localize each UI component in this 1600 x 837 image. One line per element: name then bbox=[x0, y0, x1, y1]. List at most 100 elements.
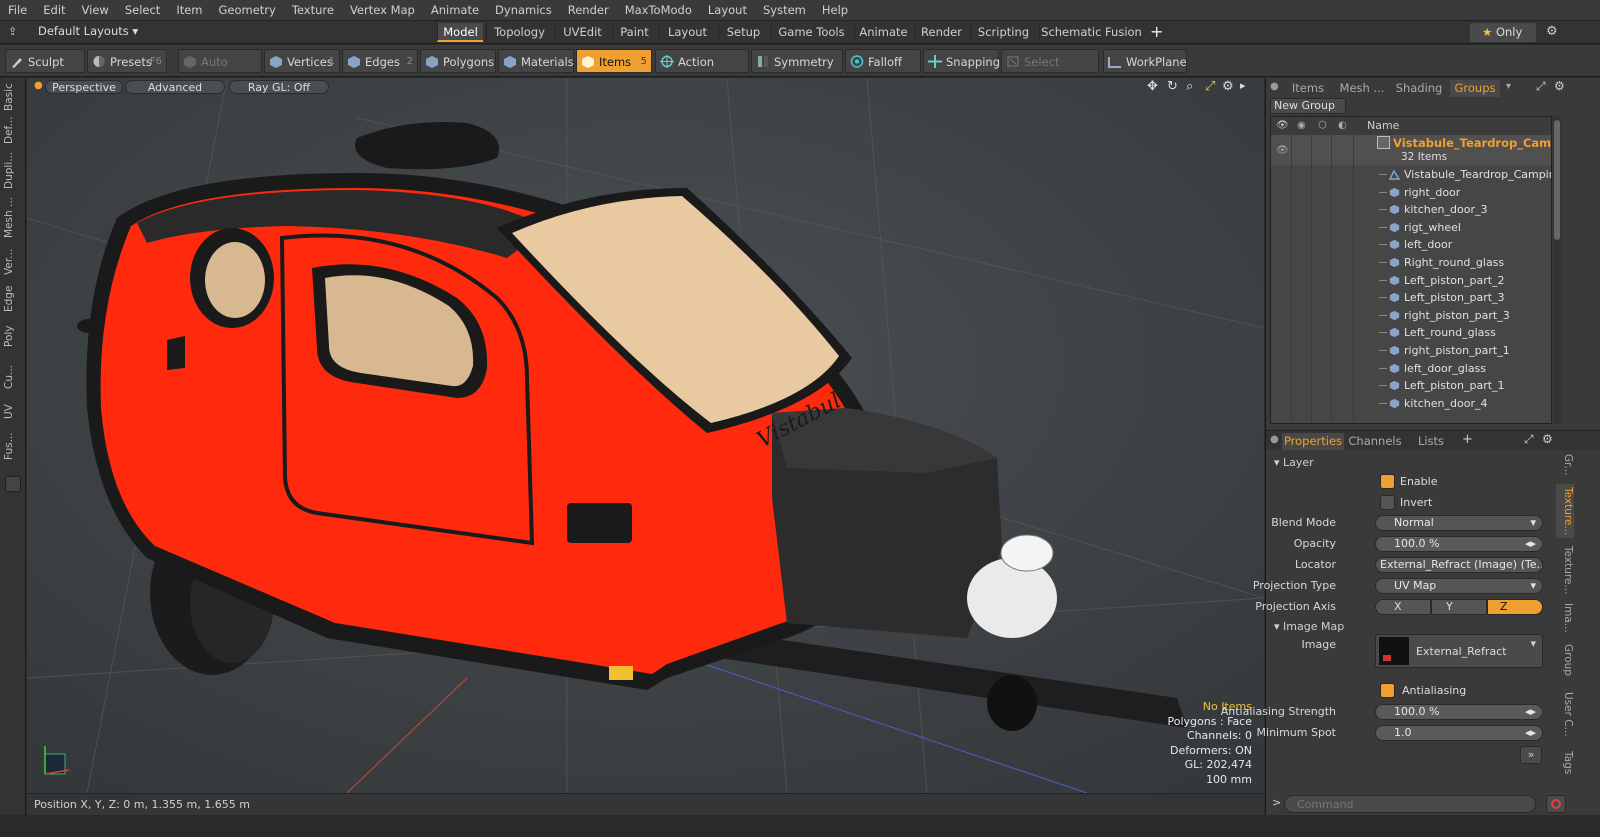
vertices-button[interactable]: Vertices 1 bbox=[264, 49, 340, 73]
visibility-eye-icon[interactable]: 👁 bbox=[1276, 117, 1289, 135]
rotate-icon[interactable]: ↻ bbox=[1167, 79, 1178, 94]
list-scrollbar-thumb[interactable] bbox=[1554, 120, 1560, 240]
add-tab-plus-icon[interactable]: + bbox=[1462, 432, 1473, 447]
list-item[interactable]: kitchen_door_4 bbox=[1271, 395, 1551, 413]
side-tab-polygon[interactable]: Poly bbox=[3, 318, 23, 354]
menu-dynamics[interactable]: Dynamics bbox=[487, 0, 560, 21]
3d-viewport[interactable]: Vistabule ● Perspective Advanced Ray GL:… bbox=[27, 78, 1264, 793]
tabs-more-icon[interactable]: ▾ bbox=[1506, 81, 1511, 92]
record-button[interactable] bbox=[1546, 795, 1566, 813]
edges-button[interactable]: Edges 2 bbox=[342, 49, 418, 73]
tab-shading[interactable]: Shading bbox=[1390, 80, 1448, 97]
tab-mesh[interactable]: Mesh ... bbox=[1336, 80, 1388, 97]
side-tab-texture-locator[interactable]: Texture... bbox=[1556, 542, 1574, 598]
stepper-icon[interactable]: ◂▸ bbox=[1525, 726, 1536, 740]
side-tab-image[interactable]: Ima... bbox=[1556, 602, 1574, 634]
menu-edit[interactable]: Edit bbox=[35, 0, 73, 21]
lock-icon[interactable]: ⬡ bbox=[1318, 117, 1327, 135]
invert-checkbox[interactable] bbox=[1380, 495, 1395, 510]
menu-animate[interactable]: Animate bbox=[423, 0, 487, 21]
menu-vertex-map[interactable]: Vertex Map bbox=[342, 0, 423, 21]
side-tab-vertex[interactable]: Ver... bbox=[3, 244, 23, 280]
viewport-gear-icon[interactable]: ⚙ bbox=[1222, 79, 1234, 94]
menu-system[interactable]: System bbox=[755, 0, 814, 21]
materials-button[interactable]: Materials bbox=[498, 49, 574, 73]
list-item[interactable]: Left_round_glass bbox=[1271, 324, 1551, 342]
snapping-button[interactable]: Snapping bbox=[923, 49, 1000, 73]
props-gear-icon[interactable]: ⚙ bbox=[1542, 432, 1553, 446]
layout-arrow-icon[interactable]: ⇪ bbox=[8, 25, 17, 38]
side-tab-group-1[interactable]: Gr... bbox=[1556, 450, 1574, 480]
side-tab-mesh[interactable]: Mesh ... bbox=[3, 196, 23, 240]
gear-icon[interactable]: ⚙ bbox=[1546, 24, 1558, 39]
stepper-icon[interactable]: ◂▸ bbox=[1525, 537, 1536, 551]
side-tab-deform[interactable]: Def... bbox=[3, 116, 23, 144]
viewport-expand-icon[interactable]: ▸ bbox=[1240, 79, 1246, 92]
group-row[interactable]: 👁 Vistabule_Teardrop_Cam ... 32 Items bbox=[1271, 135, 1551, 165]
menu-view[interactable]: View bbox=[74, 0, 117, 21]
tab-setup[interactable]: Setup bbox=[718, 23, 768, 42]
tab-schematic-fusion[interactable]: Schematic Fusion bbox=[1039, 23, 1143, 42]
enable-checkbox[interactable] bbox=[1380, 474, 1395, 489]
sculpt-button[interactable]: Sculpt bbox=[5, 49, 85, 73]
side-tab-uv[interactable]: UV bbox=[3, 400, 23, 424]
list-item[interactable]: rigt_wheel bbox=[1271, 219, 1551, 237]
side-tab-texture-layer[interactable]: Texture... bbox=[1556, 484, 1574, 538]
viewport-menu-dot-icon[interactable]: ● bbox=[34, 80, 43, 91]
tab-model[interactable]: Model bbox=[437, 23, 483, 42]
tab-paint[interactable]: Paint bbox=[612, 23, 656, 42]
side-tab-group-2[interactable]: Group bbox=[1556, 638, 1574, 682]
tab-lists[interactable]: Lists bbox=[1406, 433, 1456, 450]
workplane-button[interactable]: WorkPlane bbox=[1103, 49, 1187, 73]
command-input[interactable] bbox=[1284, 795, 1536, 813]
layer-section[interactable]: ▾ Layer bbox=[1274, 456, 1314, 469]
items-button[interactable]: Items 5 bbox=[576, 49, 652, 73]
select-through-button[interactable]: Select Through bbox=[1001, 49, 1099, 93]
render-icon[interactable]: ◉ bbox=[1297, 117, 1306, 135]
menu-file[interactable]: File bbox=[0, 0, 35, 21]
locator-dropdown[interactable]: External_Refract (Image) (Te... bbox=[1375, 557, 1543, 573]
tab-groups[interactable]: Groups bbox=[1450, 80, 1500, 97]
tab-topology[interactable]: Topology bbox=[486, 23, 552, 42]
list-item[interactable]: Right_round_glass bbox=[1271, 254, 1551, 272]
menu-render[interactable]: Render bbox=[560, 0, 617, 21]
menu-geometry[interactable]: Geometry bbox=[211, 0, 284, 21]
menu-item[interactable]: Item bbox=[168, 0, 210, 21]
action-center-button[interactable]: Action Center bbox=[655, 49, 749, 93]
menu-select[interactable]: Select bbox=[117, 0, 168, 21]
list-item[interactable]: right_piston_part_1 bbox=[1271, 342, 1551, 360]
tab-layout[interactable]: Layout bbox=[659, 23, 715, 42]
list-item[interactable]: left_door bbox=[1271, 236, 1551, 254]
tab-channels[interactable]: Channels bbox=[1348, 433, 1402, 450]
side-tab-tags[interactable]: Tags bbox=[1556, 746, 1574, 780]
list-item[interactable]: right_door bbox=[1271, 184, 1551, 202]
more-options-button[interactable]: » bbox=[1520, 746, 1542, 764]
panel-expand-icon[interactable]: ⤢ bbox=[1536, 79, 1546, 94]
polygons-button[interactable]: Polygons bbox=[420, 49, 496, 73]
axis-y-button[interactable]: Y bbox=[1431, 599, 1487, 615]
stepper-icon[interactable]: ◂▸ bbox=[1525, 705, 1536, 719]
props-expand-icon[interactable]: ⤢ bbox=[1524, 432, 1534, 447]
only-toggle[interactable]: ★ Only bbox=[1470, 23, 1536, 42]
tab-scripting[interactable]: Scripting bbox=[970, 23, 1036, 42]
tab-properties[interactable]: Properties bbox=[1282, 433, 1344, 450]
menu-layout[interactable]: Layout bbox=[700, 0, 755, 21]
tab-items[interactable]: Items bbox=[1282, 80, 1334, 97]
name-column-header[interactable]: Name bbox=[1367, 117, 1399, 135]
min-spot-field[interactable]: 1.0 ◂▸ bbox=[1375, 725, 1543, 741]
side-tab-basic[interactable]: Basic bbox=[3, 82, 23, 112]
tab-animate[interactable]: Animate bbox=[854, 23, 912, 42]
panel-gear-icon[interactable]: ⚙ bbox=[1554, 79, 1565, 93]
side-tab-curve[interactable]: Cu... bbox=[3, 358, 23, 396]
view-mode-dropdown[interactable]: Perspective bbox=[45, 80, 123, 94]
tab-uvedit[interactable]: UVEdit bbox=[555, 23, 609, 42]
side-tab-duplicate[interactable]: Dupli... bbox=[3, 148, 23, 192]
list-item[interactable]: kitchen_door_3 bbox=[1271, 201, 1551, 219]
opacity-slider[interactable]: 100.0 % ◂▸ bbox=[1375, 536, 1543, 552]
menu-maxtomodo[interactable]: MaxToModo bbox=[617, 0, 700, 21]
select-lock-icon[interactable]: ◐ bbox=[1338, 117, 1347, 135]
projection-type-dropdown[interactable]: UV Map ▾ bbox=[1375, 578, 1543, 594]
list-item[interactable]: right_piston_part_3 bbox=[1271, 307, 1551, 325]
symmetry-button[interactable]: Symmetry bbox=[751, 49, 843, 73]
zoom-icon[interactable]: ⌕ bbox=[1186, 79, 1193, 94]
